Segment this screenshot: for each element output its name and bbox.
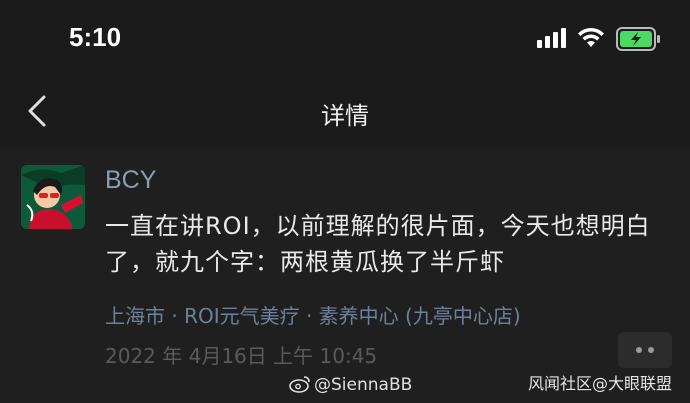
weibo-icon xyxy=(289,376,310,393)
signal-icon xyxy=(537,28,566,48)
username[interactable]: BCY xyxy=(105,166,156,195)
post-text: 一直在讲ROI，以前理解的很片面，今天也想明白了，就九个字：两根黄瓜换了半斤虾 xyxy=(105,212,651,276)
post-timestamp: 2022 年 4月16日 上午 10:45 xyxy=(105,344,378,368)
battery-charging-icon xyxy=(616,27,660,51)
wifi-icon xyxy=(578,27,604,47)
post-detail: BCY 一直在讲ROI，以前理解的很片面，今天也想明白了，就九个字：两根黄瓜换了… xyxy=(0,148,690,403)
status-time: 5:10 xyxy=(69,22,122,52)
nav-bar: 详情 xyxy=(0,78,690,144)
more-button[interactable] xyxy=(618,332,672,368)
avatar[interactable] xyxy=(21,165,85,229)
community-watermark: 风闻社区@大眼联盟 xyxy=(528,374,673,393)
weibo-handle: @SiennaBB xyxy=(314,375,413,395)
more-dots-icon xyxy=(636,347,642,353)
weibo-watermark: @SiennaBB xyxy=(289,375,412,395)
more-dots-icon-dot xyxy=(648,347,654,353)
location-link[interactable]: 上海市 · ROI元气美疗 · 素养中心 (九亭中心店) xyxy=(105,300,521,329)
page-title: 详情 xyxy=(321,102,369,130)
avatar-image xyxy=(21,165,85,229)
status-bar: 5:10 xyxy=(0,0,690,78)
